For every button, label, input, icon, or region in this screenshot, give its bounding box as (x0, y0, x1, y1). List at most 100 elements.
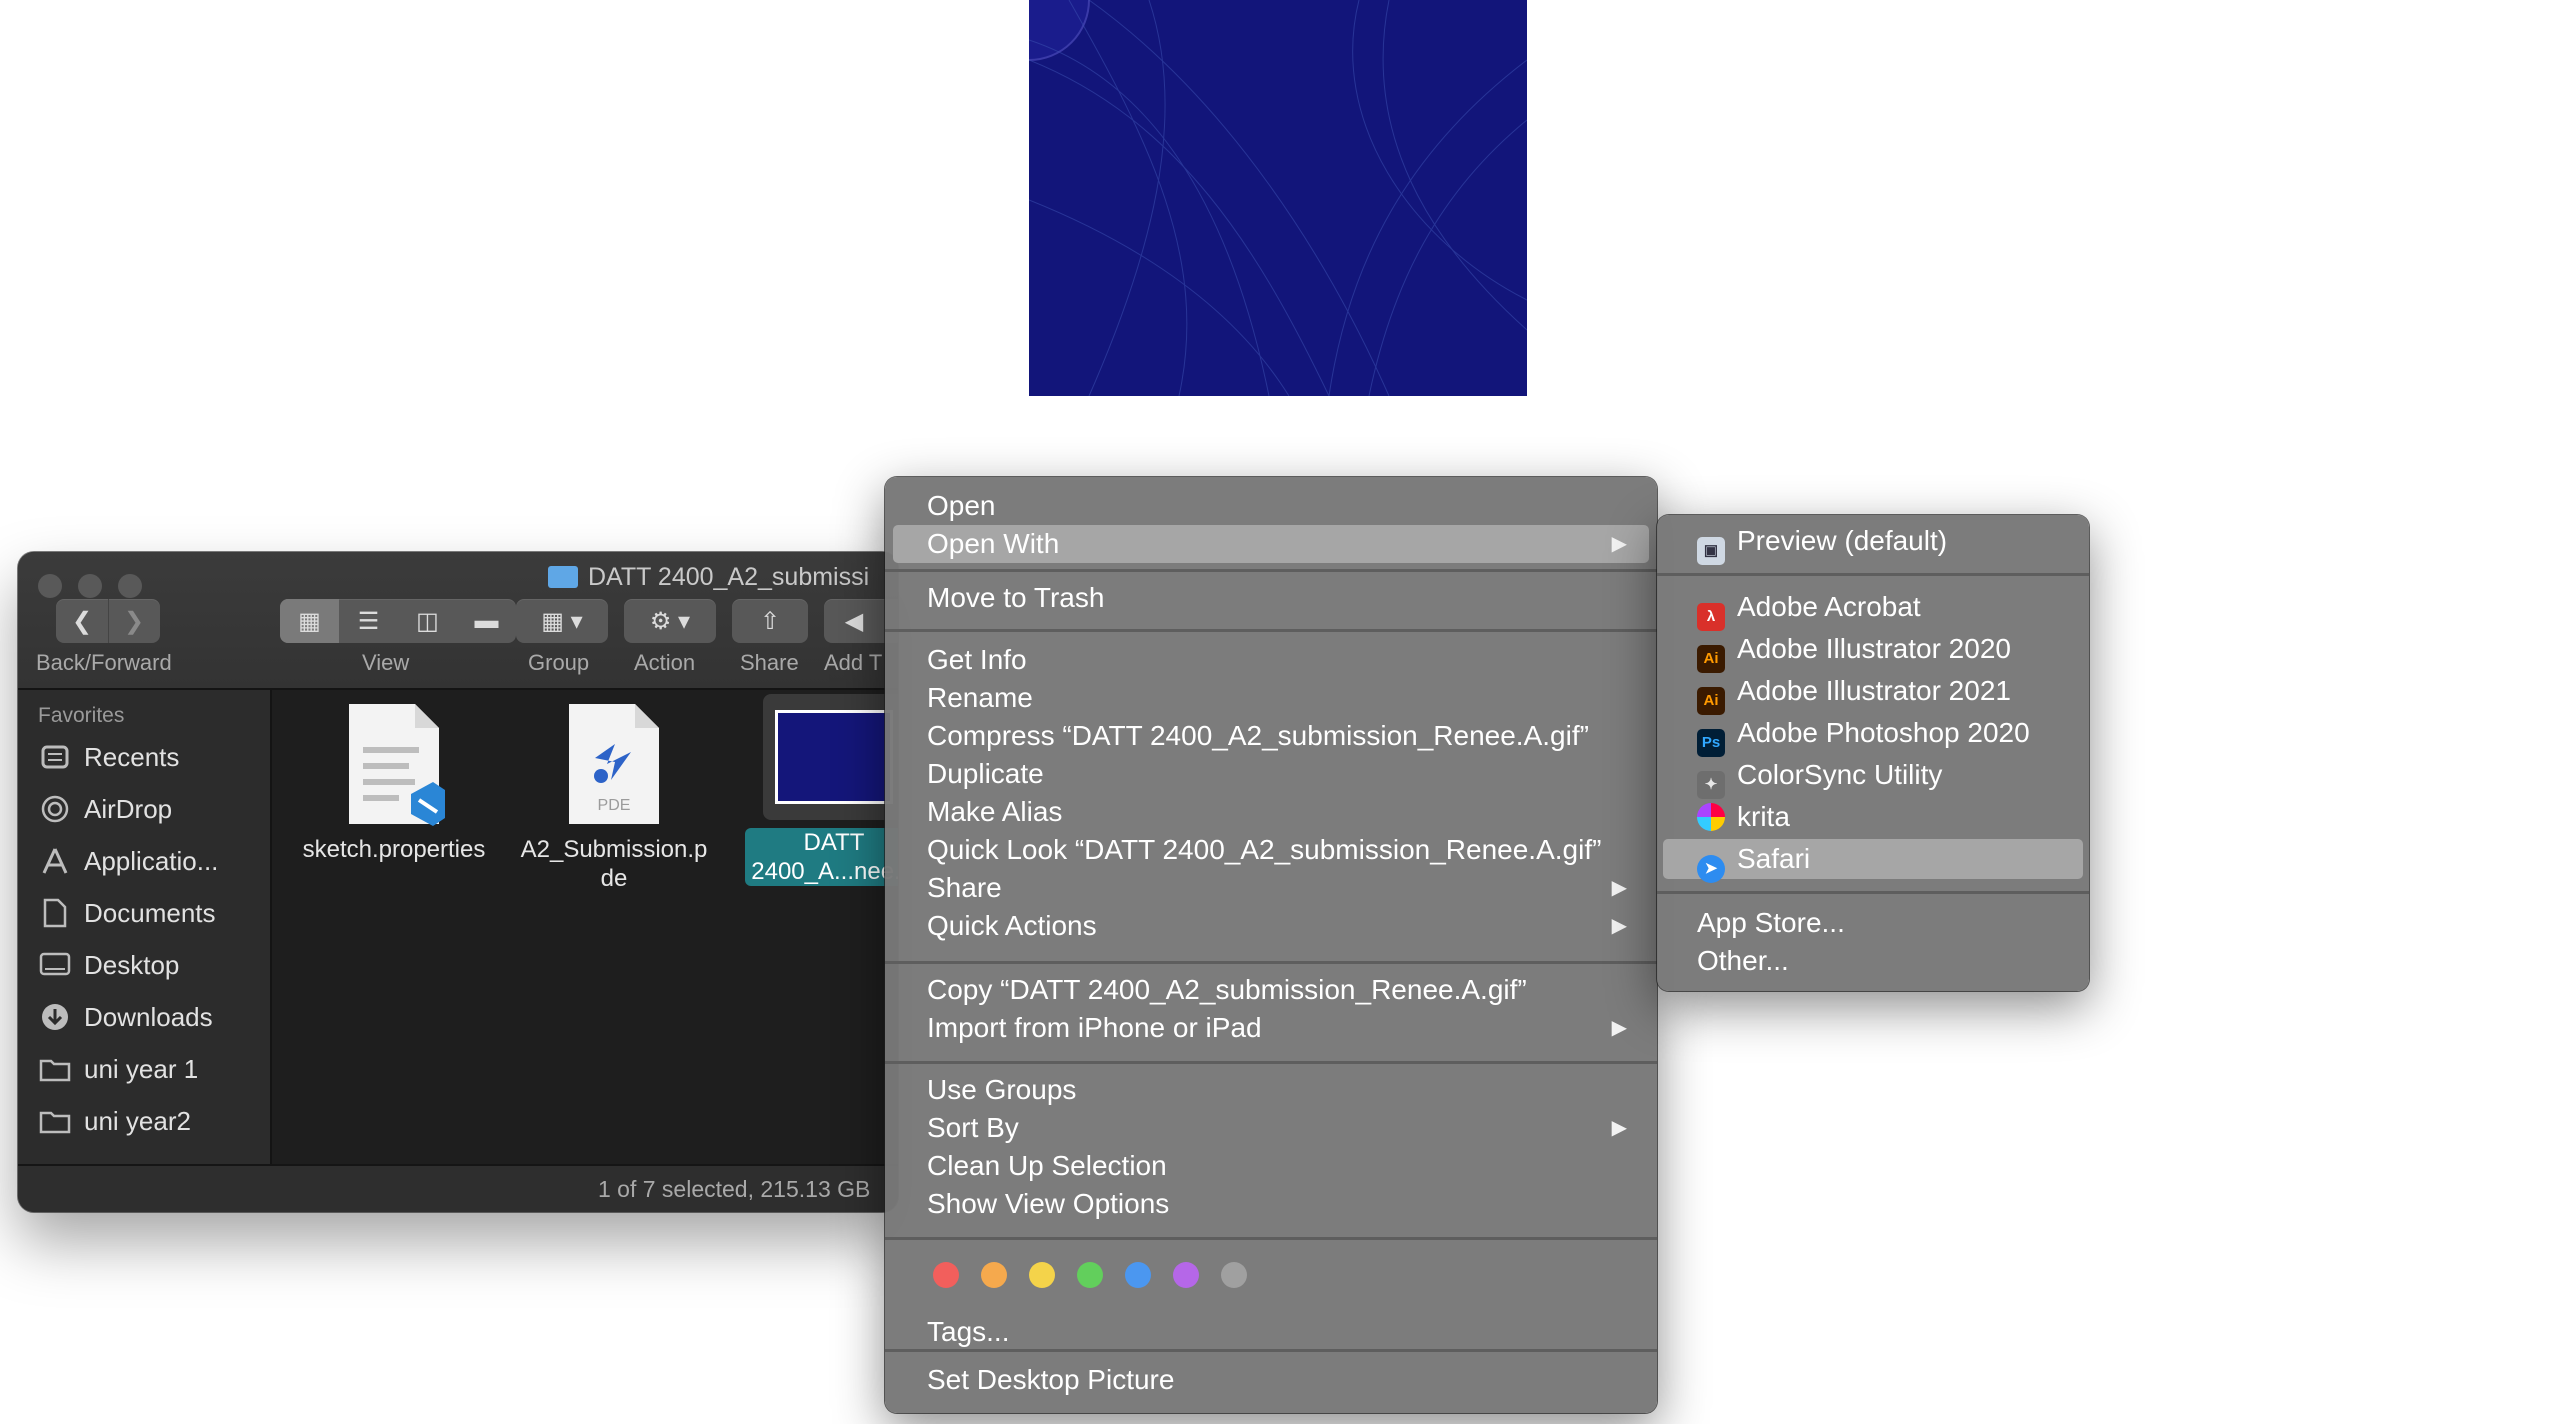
group-button[interactable]: ▦ ▾ (516, 599, 608, 643)
submenu-item-illustrator-2020[interactable]: Ai Adobe Illustrator 2020 (1663, 629, 2083, 673)
column-view-button[interactable]: ◫ (398, 599, 457, 643)
submenu-item-colorsync-utility[interactable]: ✦ ColorSync Utility (1663, 755, 2083, 799)
sidebar-item-desktop[interactable]: Desktop (38, 942, 179, 988)
menu-item-label: Compress “DATT 2400_A2_submission_Renee.… (927, 720, 1589, 751)
menu-item-get-info[interactable]: Get Info (893, 641, 1649, 679)
forward-button[interactable]: ❯ (108, 599, 160, 643)
icon-view-button[interactable]: ▦ (280, 599, 339, 643)
submenu-item-label: Adobe Illustrator 2021 (1737, 675, 2011, 706)
menu-item-make-alias[interactable]: Make Alias (893, 793, 1649, 831)
sidebar-item-airdrop[interactable]: AirDrop (38, 786, 172, 832)
menu-item-quick-look[interactable]: Quick Look “DATT 2400_A2_submission_Rene… (893, 831, 1649, 869)
tag-red-button[interactable] (933, 1262, 959, 1288)
menu-item-open[interactable]: Open (893, 487, 1649, 525)
share-button[interactable]: ⇧ (732, 599, 808, 643)
menu-item-open-with[interactable]: Open With ▶ (893, 525, 1649, 563)
menu-item-rename[interactable]: Rename (893, 679, 1649, 717)
close-window-button[interactable] (38, 574, 62, 598)
menu-item-copy[interactable]: Copy “DATT 2400_A2_submission_Renee.A.gi… (893, 971, 1649, 1009)
minimize-window-button[interactable] (78, 574, 102, 598)
menu-item-share[interactable]: Share ▶ (893, 869, 1649, 907)
file-name: A2_Submission.p de (504, 835, 724, 893)
sidebar-item-downloads[interactable]: Downloads (38, 994, 213, 1040)
submenu-arrow-icon: ▶ (1611, 877, 1627, 899)
sidebar-item-recents[interactable]: Recents (38, 734, 179, 780)
sidebar-item-label: Applicatio... (84, 845, 219, 876)
submenu-item-preview[interactable]: ▣ Preview (default) (1663, 521, 2083, 565)
menu-item-duplicate[interactable]: Duplicate (893, 755, 1649, 793)
finder-toolbar: DATT 2400_A2_submissi ❮ ❯ Back/Forward ▦… (18, 552, 898, 690)
submenu-item-other[interactable]: Other... (1663, 941, 2083, 981)
sidebar-item-uni-year2[interactable]: uni year2 (38, 1098, 191, 1144)
menu-item-show-view-options[interactable]: Show View Options (893, 1185, 1649, 1223)
menu-item-label: Clean Up Selection (927, 1150, 1167, 1181)
submenu-item-photoshop-2020[interactable]: Ps Adobe Photoshop 2020 (1663, 713, 2083, 757)
chevron-left-icon: ❮ (71, 607, 93, 635)
safari-compass-icon: ➤ (1697, 855, 1725, 883)
menu-item-label: Copy “DATT 2400_A2_submission_Renee.A.gi… (927, 974, 1527, 1005)
clock-icon (38, 742, 72, 772)
submenu-item-label: krita (1737, 801, 1790, 832)
colorsync-app-icon: ✦ (1697, 771, 1725, 799)
back-forward-label: Back/Forward (36, 650, 172, 675)
tag-gray-button[interactable] (1221, 1262, 1247, 1288)
window-title: DATT 2400_A2_submissi (548, 560, 869, 594)
file-item[interactable]: PDE A2_Submission.p de (504, 702, 724, 893)
submenu-item-illustrator-2021[interactable]: Ai Adobe Illustrator 2021 (1663, 671, 2083, 715)
file-item-selected[interactable]: DATT2400_A...nee.A (724, 694, 898, 886)
action-button[interactable]: ⚙ ▾ (624, 599, 716, 643)
menu-item-clean-up-selection[interactable]: Clean Up Selection (893, 1147, 1649, 1185)
menu-item-use-groups[interactable]: Use Groups (893, 1071, 1649, 1109)
menu-item-set-desktop-picture[interactable]: Set Desktop Picture (893, 1361, 1649, 1399)
submenu-item-label: Adobe Photoshop 2020 (1737, 717, 2030, 748)
submenu-arrow-icon: ▶ (1611, 915, 1627, 937)
tag-blue-button[interactable] (1125, 1262, 1151, 1288)
menu-item-quick-actions[interactable]: Quick Actions ▶ (893, 907, 1649, 945)
list-icon: ☰ (357, 607, 380, 635)
share-icon: ⇧ (759, 607, 781, 635)
list-view-button[interactable]: ☰ (339, 599, 398, 643)
gallery-view-button[interactable]: ▬ (457, 599, 516, 643)
sidebar-item-applications[interactable]: Applicatio... (38, 838, 218, 884)
menu-item-compress[interactable]: Compress “DATT 2400_A2_submission_Renee.… (893, 717, 1649, 755)
menu-separator (885, 569, 1657, 572)
context-menu: Open Open With ▶ Move to Trash Get Info R… (885, 477, 1657, 1413)
tag-purple-button[interactable] (1173, 1262, 1199, 1288)
chevron-right-icon: ❯ (123, 607, 145, 635)
menu-item-label: Get Info (927, 644, 1027, 675)
file-name-line1: DATT (803, 829, 865, 856)
sidebar-item-uni-year-1[interactable]: uni year 1 (38, 1046, 198, 1092)
menu-item-label: Duplicate (927, 758, 1044, 789)
folder-icon (38, 1054, 72, 1084)
menu-item-tags[interactable]: Tags... (893, 1313, 1649, 1351)
open-with-submenu: ▣ Preview (default) λ Adobe Acrobat Ai Adob… (1657, 515, 2089, 991)
status-bar: 1 of 7 selected, 215.13 GB (18, 1164, 898, 1212)
submenu-item-app-store[interactable]: App Store... (1663, 903, 2083, 943)
window-title-text: DATT 2400_A2_submissi (588, 563, 870, 591)
submenu-item-krita[interactable]: krita (1663, 797, 2083, 837)
menu-item-label: Make Alias (927, 796, 1063, 827)
file-item[interactable]: sketch.properties (284, 702, 504, 864)
sidebar-item-label: Downloads (84, 1001, 213, 1032)
submenu-item-label: Adobe Illustrator 2020 (1737, 633, 2011, 664)
tag-yellow-button[interactable] (1029, 1262, 1055, 1288)
menu-separator (885, 629, 1657, 632)
menu-separator (885, 1349, 1657, 1352)
back-button[interactable]: ❮ (56, 599, 109, 643)
group-grid-icon: ▦ ▾ (541, 607, 583, 635)
zoom-window-button[interactable] (118, 574, 142, 598)
menu-item-label: Open With (927, 528, 1060, 559)
menu-item-import-from-iphone[interactable]: Import from iPhone or iPad ▶ (893, 1009, 1649, 1047)
tag-green-button[interactable] (1077, 1262, 1103, 1288)
menu-item-label: Rename (927, 682, 1033, 713)
tag-orange-button[interactable] (981, 1262, 1007, 1288)
submenu-item-adobe-acrobat[interactable]: λ Adobe Acrobat (1663, 587, 2083, 631)
submenu-item-safari[interactable]: ➤ Safari (1663, 839, 2083, 883)
submenu-arrow-icon: ▶ (1611, 1017, 1627, 1039)
menu-item-move-to-trash[interactable]: Move to Trash (893, 579, 1649, 617)
sidebar-item-documents[interactable]: Documents (38, 890, 216, 936)
file-name-line2: de (600, 865, 628, 892)
menu-item-sort-by[interactable]: Sort By ▶ (893, 1109, 1649, 1147)
action-label: Action (634, 650, 696, 675)
menu-item-label: Sort By (927, 1112, 1019, 1143)
